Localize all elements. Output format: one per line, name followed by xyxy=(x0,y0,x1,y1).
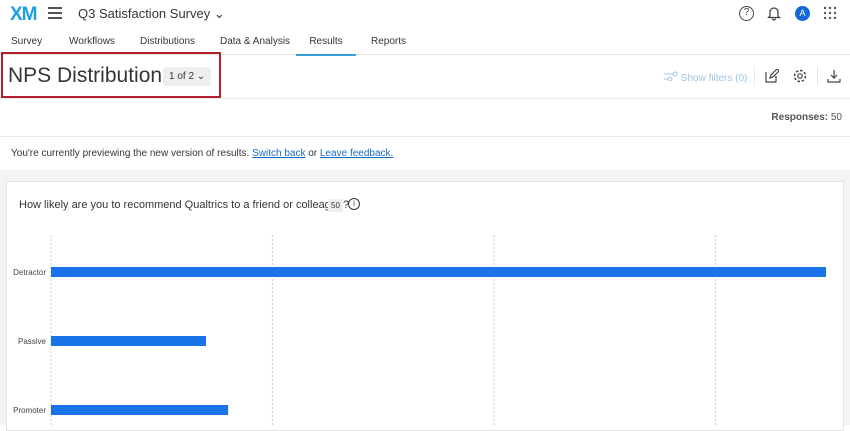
nps-bar-chart: Detractor Passive Promoter xyxy=(13,235,826,425)
menu-icon[interactable] xyxy=(48,7,62,19)
question-response-badge: 50 xyxy=(328,199,343,212)
divider xyxy=(0,136,850,137)
nav-tabs: Survey Workflows Distributions Data & An… xyxy=(0,28,850,56)
bar-promoter xyxy=(51,405,229,415)
responses-count: Responses: 50 xyxy=(771,112,842,123)
avatar[interactable]: A xyxy=(795,6,810,21)
leave-feedback-link[interactable]: Leave feedback. xyxy=(320,148,393,159)
category-label: Detractor xyxy=(13,268,46,277)
apps-grid-icon[interactable] xyxy=(823,6,837,23)
tab-results[interactable]: Results xyxy=(296,36,356,56)
project-selector[interactable]: Q3 Satisfaction Survey ⌄ xyxy=(78,6,225,22)
preview-notice: You're currently previewing the new vers… xyxy=(11,148,394,159)
category-label: Promoter xyxy=(13,406,46,415)
switch-back-link[interactable]: Switch back xyxy=(252,148,305,159)
bar-detractor xyxy=(51,267,826,277)
category-label: Passive xyxy=(18,337,47,346)
gear-icon[interactable] xyxy=(793,69,807,86)
top-bar: XM Q3 Satisfaction Survey ⌄ ? A xyxy=(0,0,850,28)
info-icon[interactable]: i xyxy=(348,198,360,210)
tab-reports[interactable]: Reports xyxy=(371,36,406,47)
tab-workflows[interactable]: Workflows xyxy=(69,36,115,47)
divider xyxy=(754,66,755,86)
bar-passive xyxy=(51,336,206,346)
filter-icon xyxy=(664,71,678,82)
xm-logo[interactable]: XM xyxy=(10,4,37,26)
download-icon[interactable] xyxy=(827,69,841,86)
page-pager-dropdown[interactable]: 1 of 2 ⌄ xyxy=(163,67,212,86)
tab-survey[interactable]: Survey xyxy=(11,36,42,47)
page-title: NPS Distribution xyxy=(8,64,163,87)
show-filters-button[interactable]: Show filters (0) xyxy=(664,71,747,84)
question-text: How likely are you to recommend Qualtric… xyxy=(19,199,350,211)
help-icon[interactable]: ? xyxy=(739,6,754,21)
divider xyxy=(817,66,818,86)
tab-data-analysis[interactable]: Data & Analysis xyxy=(220,36,290,47)
bell-icon[interactable] xyxy=(766,5,782,24)
edit-icon[interactable] xyxy=(765,68,780,86)
divider xyxy=(0,98,850,99)
tab-distributions[interactable]: Distributions xyxy=(140,36,195,47)
